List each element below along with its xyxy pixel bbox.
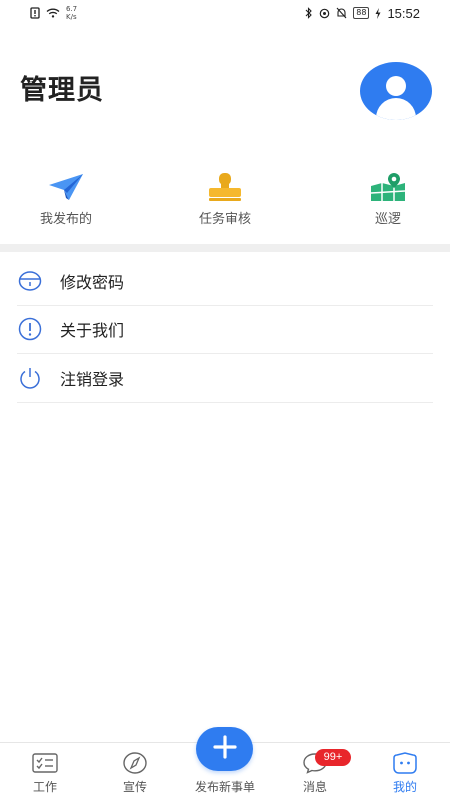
settings-menu: 修改密码 关于我们 注销登录 [17, 257, 433, 403]
checklist-icon [32, 752, 58, 774]
menu-item-label: 修改密码 [60, 272, 125, 292]
avatar-body-icon [376, 98, 416, 120]
compass-icon [122, 752, 148, 774]
shortcut-label: 我发布的 [39, 212, 92, 227]
tab-label: 宣传 [122, 780, 147, 794]
shortcut-grid: 我发布的 任务审核 巡逻 [0, 168, 450, 238]
tab-label: 消息 [302, 780, 327, 794]
network-speed-unit: K/s [66, 13, 77, 21]
power-icon [17, 365, 43, 391]
location-icon [319, 8, 330, 19]
section-divider [0, 244, 450, 252]
bluetooth-icon [305, 7, 313, 19]
sim-alert-icon [30, 7, 40, 19]
avatar[interactable] [360, 62, 432, 120]
wifi-icon [46, 8, 60, 18]
shortcut-label: 巡逻 [374, 212, 401, 227]
profile-header: 管理员 [0, 60, 450, 124]
tab-publicity[interactable]: 宣传 [100, 743, 170, 800]
tab-label: 工作 [32, 780, 57, 794]
menu-item-label: 关于我们 [60, 321, 125, 341]
shortcut-label: 任务审核 [198, 212, 251, 227]
tab-mine[interactable]: 我的 [370, 743, 440, 800]
menu-item-about-us[interactable]: 关于我们 [17, 306, 433, 354]
stamp-icon [170, 168, 280, 202]
tab-label: 发布新事单 [194, 780, 255, 794]
map-pin-icon [333, 168, 443, 202]
clock: 15:52 [387, 5, 420, 21]
shortcut-task-review[interactable]: 任务审核 [170, 168, 280, 227]
network-speed-value: 6.7 [66, 5, 78, 13]
network-speed: 6.7 K/s [66, 5, 77, 21]
add-event-button[interactable] [196, 727, 253, 771]
battery-level: 88 [353, 7, 370, 19]
menu-item-logout[interactable]: 注销登录 [17, 354, 433, 403]
tab-label: 我的 [392, 780, 417, 794]
message-count-badge: 99+ [315, 749, 351, 766]
plus-icon [212, 735, 237, 763]
avatar-head-icon [386, 76, 406, 96]
lock-icon [17, 268, 43, 294]
mute-bell-icon [336, 7, 347, 19]
menu-item-change-password[interactable]: 修改密码 [17, 257, 433, 306]
shortcut-my-published[interactable]: 我发布的 [11, 168, 121, 227]
shortcut-patrol[interactable]: 巡逻 [333, 168, 443, 227]
charging-icon [375, 7, 381, 19]
menu-item-label: 注销登录 [60, 369, 125, 389]
profile-icon [392, 752, 418, 774]
info-icon [17, 316, 43, 342]
user-name: 管理员 [20, 75, 104, 106]
paper-plane-icon [11, 168, 121, 202]
tab-work[interactable]: 工作 [10, 743, 80, 800]
status-bar: 6.7 K/s 88 15:52 [0, 0, 450, 26]
